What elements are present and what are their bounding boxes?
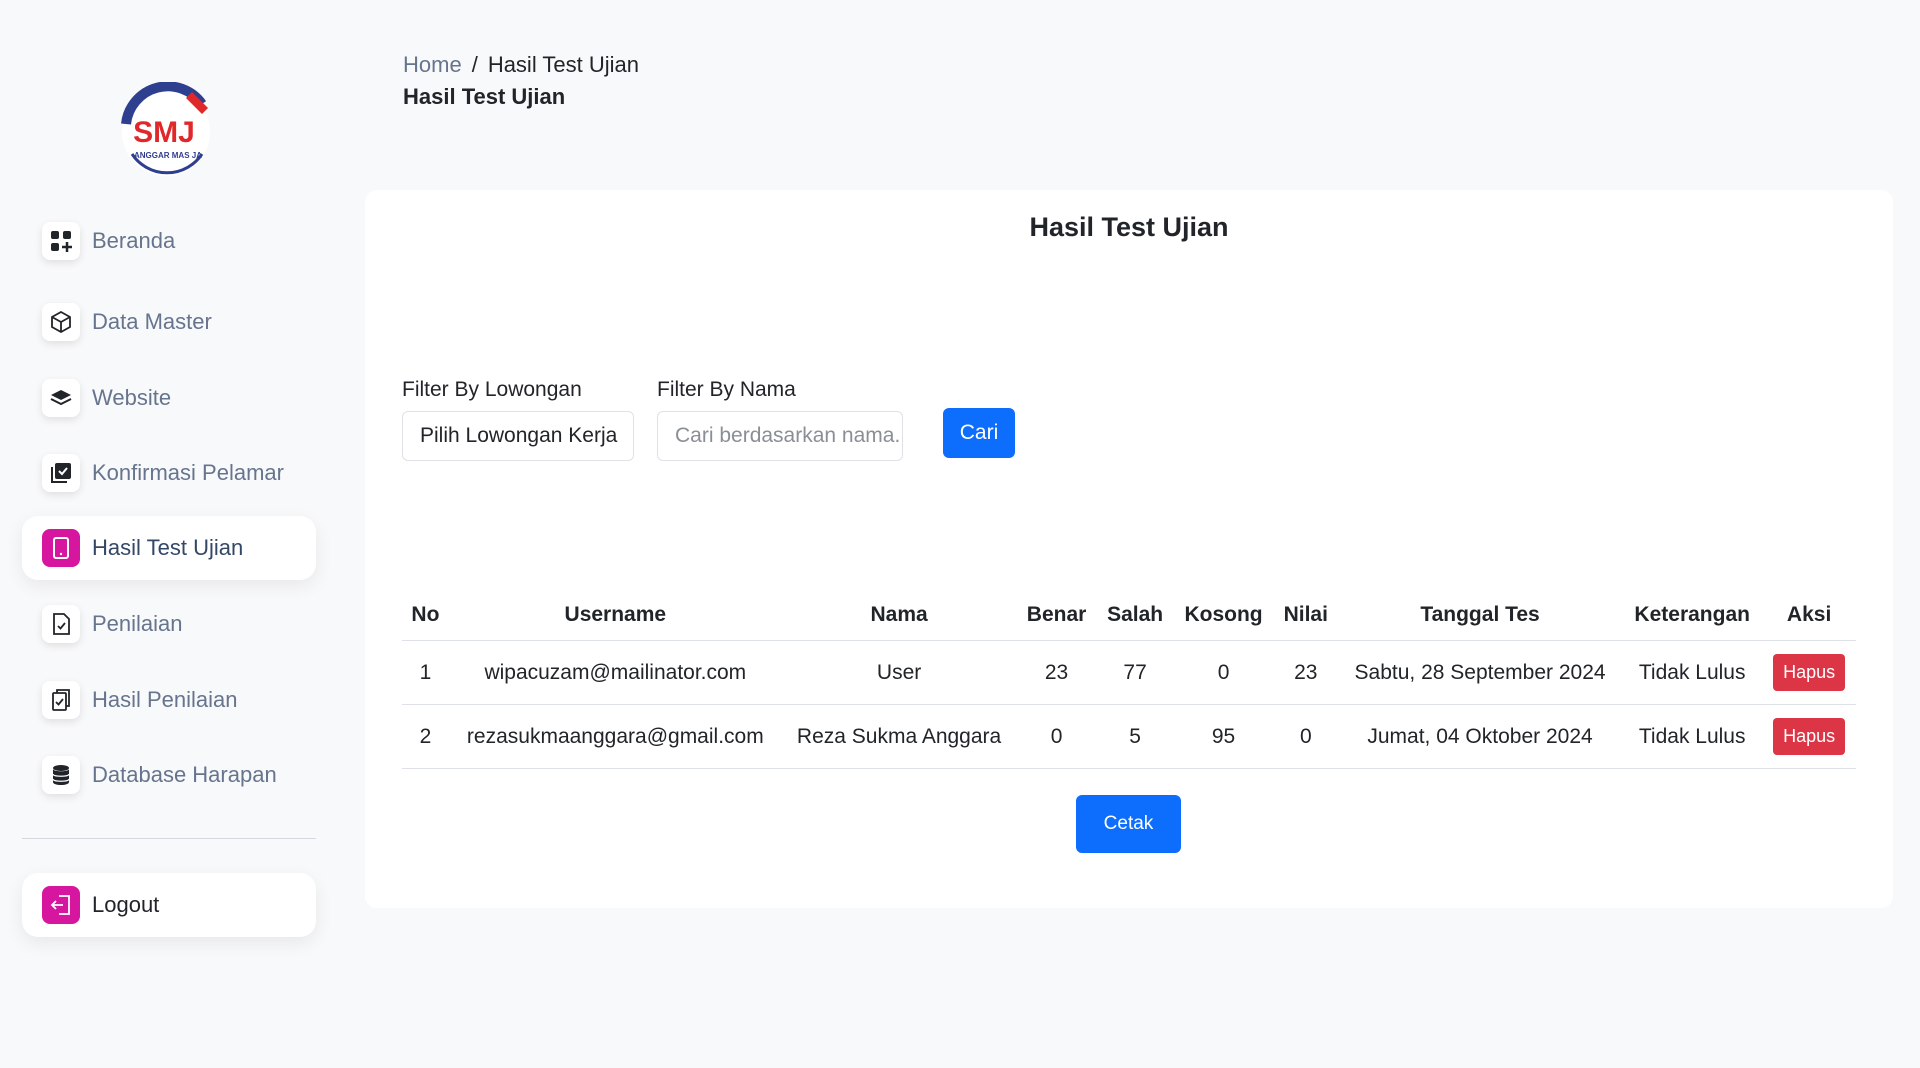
sidebar-item-hasil-penilaian[interactable]: Hasil Penilaian: [22, 668, 316, 732]
column-header: Nilai: [1273, 590, 1338, 641]
card-title: Hasil Test Ujian: [1029, 212, 1229, 242]
sidebar-item-label: Konfirmasi Pelamar: [92, 460, 284, 485]
breadcrumb: Home / Hasil Test Ujian: [403, 52, 639, 78]
cell-nama: User: [781, 640, 1017, 705]
clipboard-check-icon: [42, 681, 80, 719]
cell-keterangan: Tidak Lulus: [1622, 704, 1763, 769]
cell-kosong: 0: [1173, 640, 1274, 705]
column-header: Tanggal Tes: [1337, 590, 1623, 641]
column-header: Keterangan: [1622, 590, 1763, 641]
column-header: No: [402, 590, 449, 641]
table-row: 2 rezasukmaanggara@gmail.com Reza Sukma …: [402, 704, 1856, 769]
sidebar-item-database-harapan[interactable]: Database Harapan: [22, 743, 316, 807]
file-check-icon: [42, 605, 80, 643]
hapus-button[interactable]: Hapus: [1773, 654, 1846, 691]
sidebar-item-hasil-test-ujian[interactable]: Hasil Test Ujian: [22, 516, 316, 580]
tablet-icon: [42, 529, 80, 567]
cell-benar: 23: [1016, 640, 1097, 705]
cell-salah: 77: [1096, 640, 1174, 705]
cell-kosong: 95: [1173, 704, 1274, 769]
cell-tanggal: Sabtu, 28 September 2024: [1337, 640, 1623, 705]
cari-button[interactable]: Cari: [943, 408, 1015, 458]
sidebar-divider: [22, 838, 316, 839]
logout-button[interactable]: Logout: [22, 873, 316, 937]
breadcrumb-separator: /: [471, 52, 478, 77]
column-header: Kosong: [1173, 590, 1274, 641]
breadcrumb-home[interactable]: Home: [403, 52, 462, 78]
cell-username: rezasukmaanggara@gmail.com: [448, 704, 782, 769]
sidebar-item-label: Database Harapan: [92, 762, 277, 787]
cell-tanggal: Jumat, 04 Oktober 2024: [1337, 704, 1623, 769]
column-header: Nama: [781, 590, 1017, 641]
database-icon: [42, 756, 80, 794]
company-logo: SMJ ANGGAR MAS JA: [118, 81, 218, 182]
cetak-button[interactable]: Cetak: [1076, 795, 1181, 853]
results-card: Hasil Test Ujian Filter By Lowongan Pili…: [365, 190, 1893, 908]
sidebar-item-label: Website: [92, 385, 172, 410]
lowongan-select[interactable]: Pilih Lowongan Kerja: [402, 411, 634, 461]
cell-no: 2: [402, 704, 449, 769]
sidebar-item-label: Hasil Test Ujian: [92, 535, 244, 560]
page-title: Hasil Test Ujian: [403, 84, 566, 109]
column-header: Benar: [1016, 590, 1097, 641]
breadcrumb-current: Hasil Test Ujian: [487, 52, 640, 77]
logout-label: Logout: [92, 892, 160, 917]
box-icon: [42, 303, 80, 341]
sidebar-item-data-master[interactable]: Data Master: [22, 290, 316, 354]
sidebar-item-penilaian[interactable]: Penilaian: [22, 592, 316, 656]
check-stack-icon: [42, 454, 80, 492]
sidebar-item-label: Penilaian: [92, 611, 183, 636]
cell-keterangan: Tidak Lulus: [1622, 640, 1763, 705]
cell-aksi: Hapus: [1762, 704, 1856, 769]
cell-salah: 5: [1096, 704, 1174, 769]
cell-no: 1: [402, 640, 449, 705]
search-input[interactable]: [657, 411, 903, 461]
cell-nilai: 23: [1273, 640, 1338, 705]
sidebar-item-label: Beranda: [92, 228, 176, 253]
column-header: Salah: [1096, 590, 1174, 641]
column-header: Username: [448, 590, 782, 641]
sidebar-item-label: Hasil Penilaian: [92, 687, 238, 712]
cell-nama: Reza Sukma Anggara: [781, 704, 1017, 769]
cell-benar: 0: [1016, 704, 1097, 769]
cell-username: wipacuzam@mailinator.com: [448, 640, 782, 705]
svg-text:ANGGAR MAS JA: ANGGAR MAS JA: [134, 151, 202, 160]
filter-lowongan-label: Filter By Lowongan: [402, 378, 582, 401]
results-table: No Username Nama Benar Salah Kosong Nila…: [402, 590, 1856, 769]
sidebar: SMJ ANGGAR MAS JA Beranda Data Master We…: [0, 0, 338, 1068]
sidebar-item-konfirmasi-pelamar[interactable]: Konfirmasi Pelamar: [22, 441, 316, 505]
grid-plus-icon: [42, 222, 80, 260]
column-header: Aksi: [1762, 590, 1856, 641]
table-header-row: No Username Nama Benar Salah Kosong Nila…: [402, 590, 1856, 641]
filter-nama-label: Filter By Nama: [657, 378, 796, 401]
cell-nilai: 0: [1273, 704, 1338, 769]
sidebar-item-beranda[interactable]: Beranda: [22, 209, 316, 273]
hapus-button[interactable]: Hapus: [1773, 718, 1846, 755]
logout-icon: [42, 886, 80, 924]
layers-icon: [42, 379, 80, 417]
sidebar-item-website[interactable]: Website: [22, 366, 316, 430]
table-row: 1 wipacuzam@mailinator.com User 23 77 0 …: [402, 640, 1856, 705]
svg-text:SMJ: SMJ: [133, 116, 195, 149]
sidebar-item-label: Data Master: [92, 309, 212, 334]
cell-aksi: Hapus: [1762, 640, 1856, 705]
